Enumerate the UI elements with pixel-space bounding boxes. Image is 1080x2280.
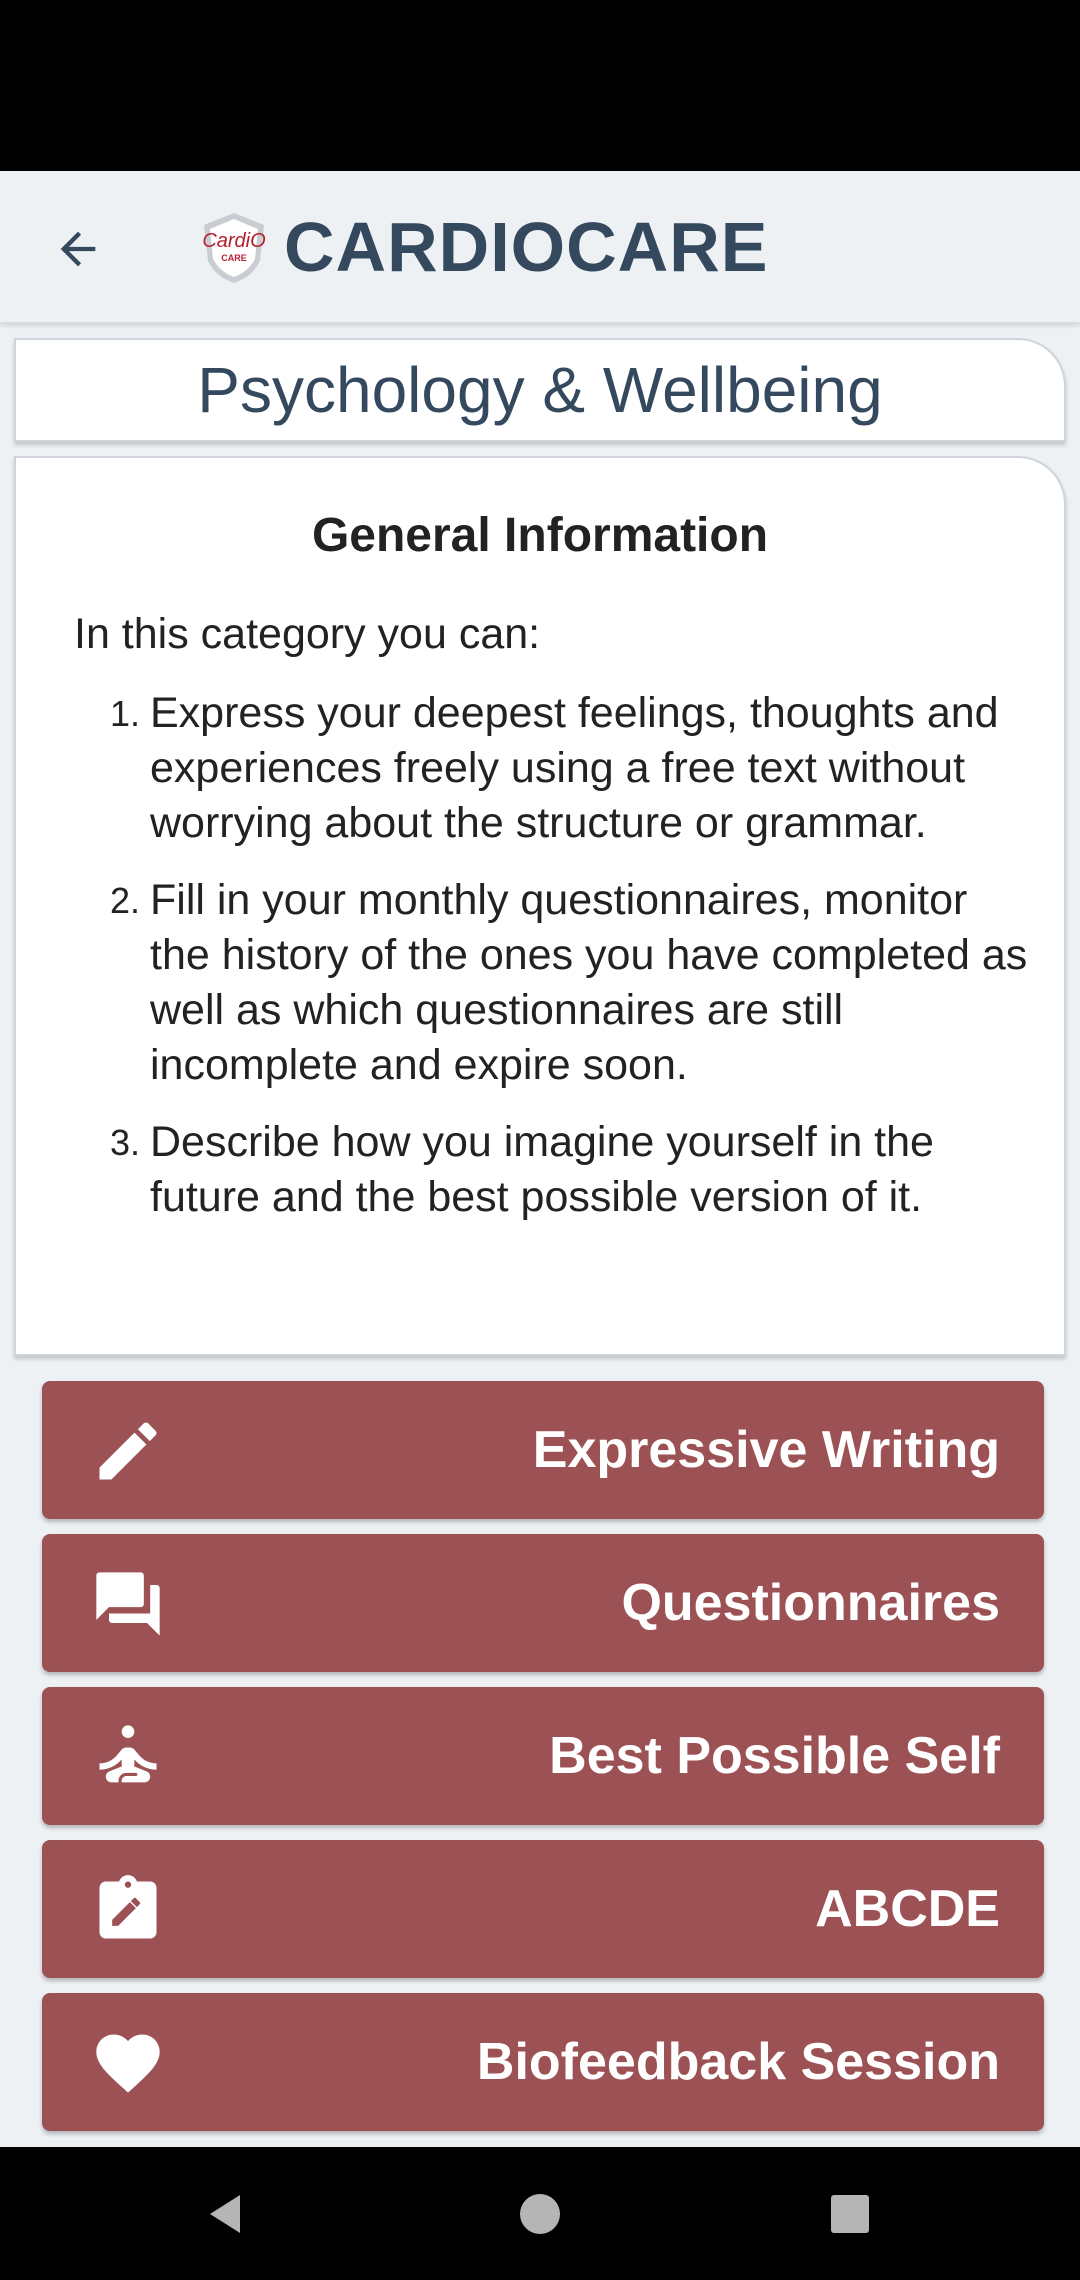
best-possible-self-button[interactable]: Best Possible Self bbox=[42, 1687, 1044, 1825]
system-nav-bar bbox=[0, 2147, 1080, 2280]
section-title: Psychology & Wellbeing bbox=[197, 354, 883, 426]
pencil-icon bbox=[90, 1413, 166, 1489]
expressive-writing-label: Expressive Writing bbox=[532, 1421, 1000, 1479]
best-possible-self-label: Best Possible Self bbox=[549, 1727, 1000, 1785]
list-item-text: Fill in your monthly questionnaires, mon… bbox=[150, 876, 1028, 1089]
svg-text:CARE: CARE bbox=[221, 253, 247, 263]
app-logo: CardiO CARE bbox=[200, 211, 268, 285]
abcde-button[interactable]: ABCDE bbox=[42, 1840, 1044, 1978]
section-header-card: Psychology & Wellbeing bbox=[14, 338, 1066, 442]
info-list: 1. Express your deepest feelings, though… bbox=[74, 686, 1034, 1247]
chat-bubbles-icon bbox=[90, 1566, 166, 1642]
triangle-back-icon bbox=[210, 2195, 240, 2233]
list-item: 2. Fill in your monthly questionnaires, … bbox=[74, 873, 1034, 1093]
list-item-number: 1. bbox=[109, 693, 140, 734]
nav-back-button[interactable] bbox=[190, 2179, 260, 2249]
info-card: General Information In this category you… bbox=[14, 456, 1066, 1356]
back-button[interactable] bbox=[36, 207, 120, 291]
heart-icon bbox=[90, 2025, 166, 2101]
svg-text:CardiO: CardiO bbox=[202, 230, 265, 252]
list-item-text: Describe how you imagine yourself in the… bbox=[150, 1118, 934, 1221]
app-title: CARDIOCARE bbox=[284, 208, 769, 286]
clipboard-edit-icon bbox=[90, 1872, 166, 1948]
list-item-number: 2. bbox=[109, 880, 140, 921]
biofeedback-session-button[interactable]: Biofeedback Session bbox=[42, 1993, 1044, 2131]
list-item: 3. Describe how you imagine yourself in … bbox=[74, 1115, 1034, 1225]
arrow-left-icon bbox=[60, 231, 96, 267]
info-heading: General Information bbox=[311, 509, 769, 562]
status-bar bbox=[0, 0, 1080, 171]
list-item: 1. Express your deepest feelings, though… bbox=[74, 686, 1034, 851]
biofeedback-session-label: Biofeedback Session bbox=[476, 2033, 1000, 2091]
meditation-icon bbox=[90, 1719, 166, 1795]
questionnaires-button[interactable]: Questionnaires bbox=[42, 1534, 1044, 1672]
questionnaires-label: Questionnaires bbox=[621, 1574, 1000, 1632]
expressive-writing-button[interactable]: Expressive Writing bbox=[42, 1381, 1044, 1519]
abcde-label: ABCDE bbox=[815, 1880, 1000, 1938]
nav-recents-button[interactable] bbox=[815, 2179, 885, 2249]
nav-home-button[interactable] bbox=[505, 2179, 575, 2249]
list-item-text: Express your deepest feelings, thoughts … bbox=[150, 689, 999, 847]
info-intro: In this category you can: bbox=[74, 610, 541, 658]
app-bar: CardiO CARE CARDIOCARE bbox=[0, 171, 1080, 324]
circle-home-icon bbox=[520, 2194, 560, 2234]
square-recents-icon bbox=[831, 2195, 869, 2233]
list-item-number: 3. bbox=[109, 1122, 140, 1163]
